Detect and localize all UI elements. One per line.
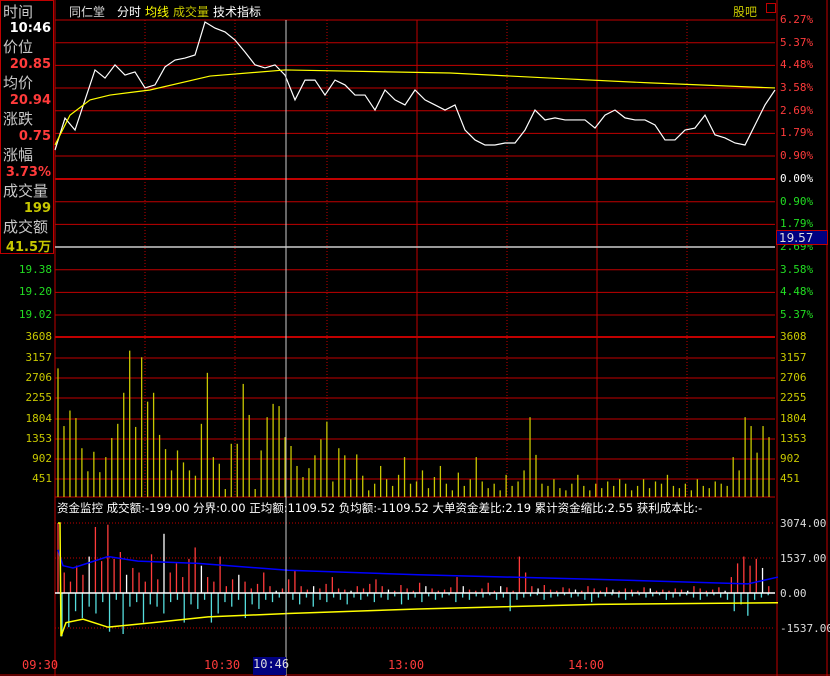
fund-blue-line xyxy=(57,549,779,585)
price-axis-label: 1.79% xyxy=(780,126,814,140)
tab-volume[interactable]: 成交量 xyxy=(173,3,209,20)
fund-yellow-line xyxy=(58,522,779,637)
cursor-time-label: 10:46 xyxy=(253,657,289,675)
time-label-1030: 10:30 xyxy=(204,658,241,672)
price-axis-label: 1.79% xyxy=(780,217,814,231)
volume-axis-label: 3157 xyxy=(25,351,53,364)
volume-axis-label: 1804 xyxy=(780,412,807,425)
window-toggle-icon[interactable] xyxy=(766,3,776,13)
fund-axis-label: 3074.00 xyxy=(780,517,827,530)
quote-info-panel: 时间 10:46 价位 20.85 均价 20.94 涨跌 0.75 涨幅 3.… xyxy=(0,0,54,255)
price-axis-label: 4.48% xyxy=(780,285,814,299)
fund-axis-label: 0.00 xyxy=(780,587,807,600)
time-label: 时间 xyxy=(3,3,34,21)
volume-axis-label: 1804 xyxy=(25,412,53,425)
price-label: 价位 xyxy=(3,38,34,56)
fund-axis-label: 1537.00 xyxy=(780,552,827,565)
time-value: 10:46 xyxy=(9,21,51,36)
volume-axis-label: 2255 xyxy=(25,391,53,404)
price-axis-label: 19.02 xyxy=(18,308,52,321)
price-axis-label: 19.38 xyxy=(18,262,52,276)
amount-value: 41.5万 xyxy=(5,240,51,255)
time-label-0930: 09:30 xyxy=(22,658,59,672)
tab-technical-indicators[interactable]: 技术指标 xyxy=(213,3,261,20)
volume-axis-label: 902 xyxy=(32,452,52,465)
price-axis-label: 19.20 xyxy=(18,285,52,299)
volume-axis-label: 1353 xyxy=(780,432,807,445)
volume-axis-label: 3608 xyxy=(780,330,807,343)
avg-price-label: 均价 xyxy=(3,74,34,92)
price-axis-label: 5.37% xyxy=(780,35,814,49)
fund-monitor-info: 资金监控 成交额:-199.00 分界:0.00 正均额:1109.52 负均额… xyxy=(57,501,703,515)
change-value: 0.75 xyxy=(18,129,51,144)
tab-intraday[interactable]: 分时 xyxy=(117,3,141,20)
cursor-price-label: 19.57 xyxy=(776,230,828,245)
price-axis-label: 2.69% xyxy=(780,103,814,117)
volume-value: 199 xyxy=(23,201,51,216)
tab-average-line[interactable]: 均线 xyxy=(145,3,169,20)
volume-axis-label: 2706 xyxy=(780,371,807,384)
volume-axis-label: 2706 xyxy=(25,371,53,384)
price-axis-label: 5.37% xyxy=(780,308,814,321)
amount-label: 成交额 xyxy=(3,218,49,236)
change-label: 涨跌 xyxy=(3,110,34,128)
volume-axis-label: 2255 xyxy=(780,391,807,404)
price-axis-label: 0.90% xyxy=(780,194,814,208)
intraday-chart[interactable] xyxy=(0,0,830,676)
stock-name: 同仁堂 xyxy=(69,5,106,19)
price-axis-label: 6.27% xyxy=(780,13,814,26)
fund-axis-label: -1537.00 xyxy=(780,622,830,635)
avg-price-value: 20.94 xyxy=(9,93,51,108)
price-axis-label: 3.58% xyxy=(780,262,814,276)
time-label-1300: 13:00 xyxy=(388,658,425,672)
price-axis-label: 4.48% xyxy=(780,58,814,72)
price-axis-label: 0.90% xyxy=(780,149,814,162)
volume-label: 成交量 xyxy=(3,182,49,200)
change-pct-label: 涨幅 xyxy=(3,146,34,164)
guba-link[interactable]: 股吧 xyxy=(733,3,757,20)
volume-axis-label: 1353 xyxy=(25,432,53,445)
price-line xyxy=(54,21,776,151)
volume-axis-label: 451 xyxy=(780,472,800,485)
price-axis-label: 3.58% xyxy=(780,81,814,94)
volume-axis-label: 451 xyxy=(32,472,52,485)
change-pct-value: 3.73% xyxy=(5,165,51,180)
volume-axis-label: 902 xyxy=(780,452,800,465)
volume-axis-label: 3157 xyxy=(780,351,807,364)
price-axis-label: 0.00% xyxy=(780,172,814,185)
volume-axis-label: 3608 xyxy=(25,330,53,343)
time-label-1400: 14:00 xyxy=(568,658,605,672)
price-value: 20.85 xyxy=(9,57,51,72)
